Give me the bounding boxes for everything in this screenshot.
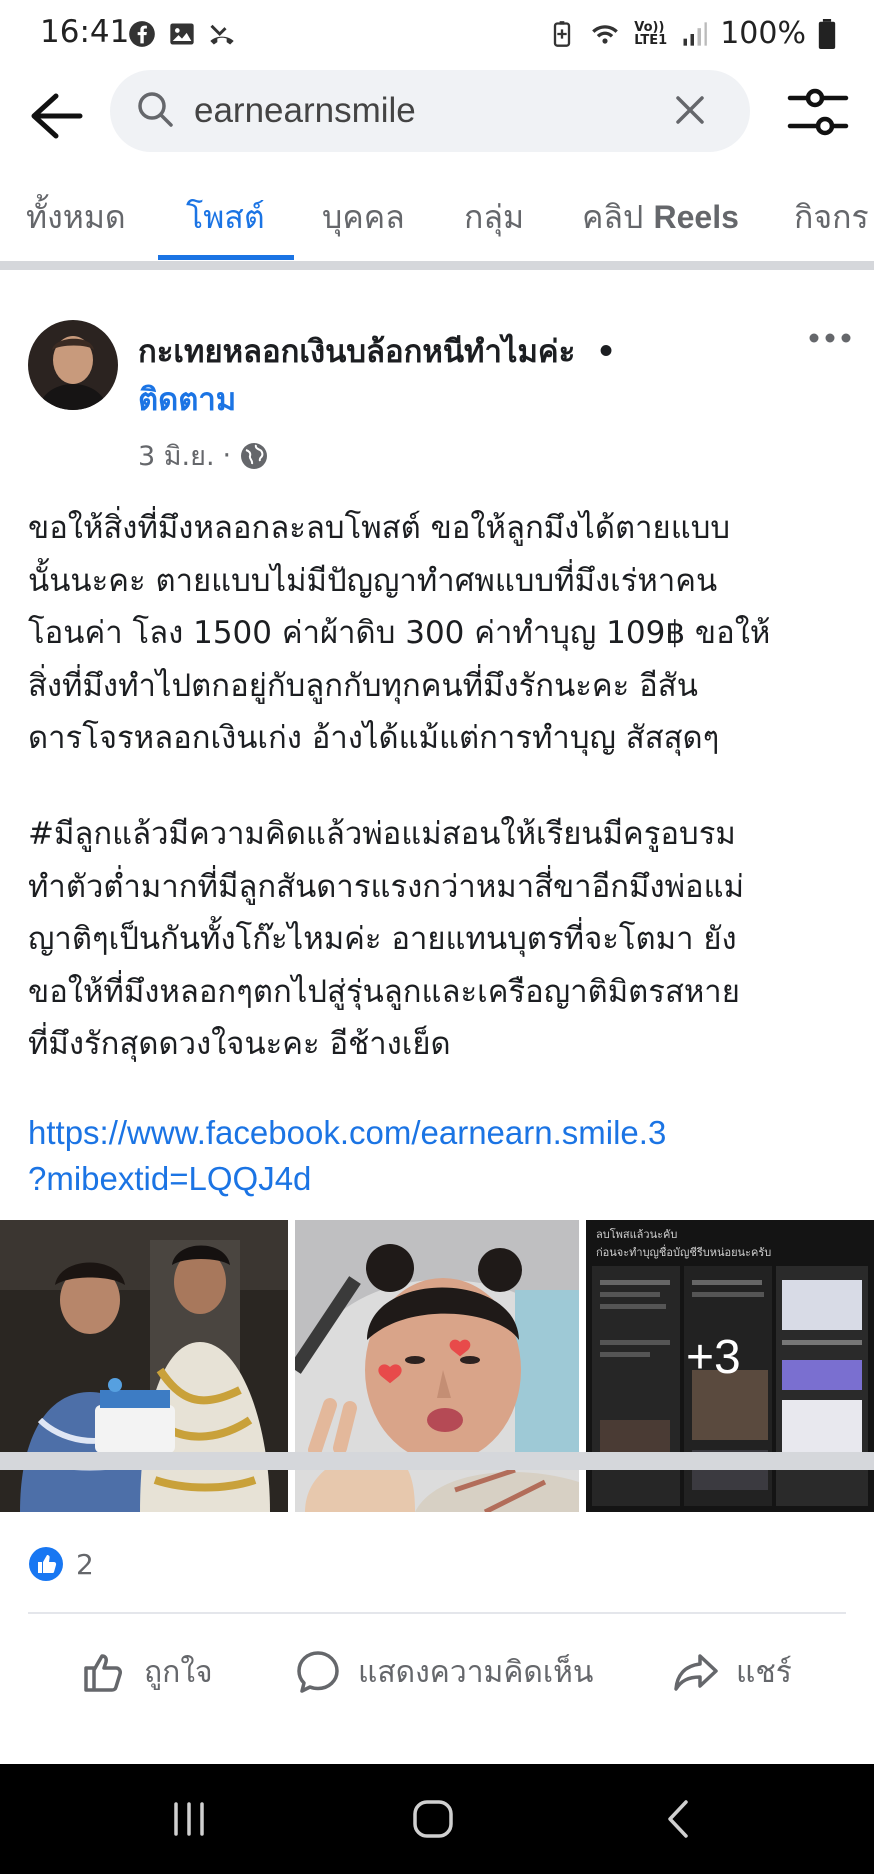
post-text-line: นั้นนะคะ ตายแบบไม่มีปัญญาทำศพแบบที่มึงเร…	[28, 562, 718, 599]
divider	[28, 1612, 846, 1614]
meta-separator: ·	[222, 440, 232, 471]
wifi-icon	[592, 24, 619, 44]
home-icon[interactable]	[408, 1794, 458, 1844]
post-link[interactable]: https://www.facebook.com/earnearn.smile.…	[28, 1110, 858, 1202]
android-nav-bar	[0, 1764, 874, 1874]
post-author[interactable]: กะเทยหลอกเงินบล้อกหนีทำไมค่ะ •	[138, 326, 616, 376]
post-text-line: โอนค่า โลง 1500 ค่าผ้าดิบ 300 ค่าทำบุญ 1…	[28, 615, 771, 651]
post-body-paragraph-2: #มีลูกแล้วมีความคิดแล้วพ่อแม่สอนให้เรียน…	[28, 808, 858, 1071]
follow-button[interactable]: ติดตาม	[138, 374, 236, 424]
comment-icon	[297, 1651, 339, 1693]
reaction-summary[interactable]: 2	[28, 1546, 94, 1582]
comment-button[interactable]: แสดงความคิดเห็น	[294, 1648, 593, 1696]
back-arrow-icon[interactable]	[26, 88, 86, 144]
share-button[interactable]: แชร์	[672, 1648, 792, 1696]
like-button[interactable]: ถูกใจ	[80, 1648, 213, 1696]
clear-search-icon[interactable]	[672, 92, 708, 128]
post-body-paragraph-1: ขอให้สิ่งที่มึงหลอกละลบโพสต์ ขอให้ลูกมึง…	[28, 502, 858, 765]
post-text-line: ขอให้สิ่งที่มึงหลอกละลบโพสต์ ขอให้ลูกมึง…	[28, 510, 731, 546]
like-label: ถูกใจ	[144, 1654, 213, 1690]
post-date[interactable]: 3 มิ.ย.	[138, 434, 215, 477]
tab-groups[interactable]: กลุ่ม	[464, 192, 524, 243]
battery-percent: 100%	[720, 16, 806, 51]
active-tab-indicator	[158, 255, 294, 260]
more-options-icon[interactable]	[806, 330, 854, 346]
volte-icon: Vo)) LTE1	[634, 19, 668, 48]
status-time: 16:41	[40, 14, 130, 50]
search-box[interactable]	[110, 70, 750, 152]
back-nav-icon[interactable]	[654, 1794, 704, 1844]
share-arrow-icon	[674, 1654, 718, 1691]
like-reaction-icon	[29, 1547, 63, 1581]
missed-call-icon	[210, 24, 234, 45]
tab-all[interactable]: ทั้งหมด	[26, 192, 126, 243]
post-text-line: ดารโจรหลอกเงินเก่ง อ้างได้แม้แต่การทำบุญ…	[28, 720, 720, 756]
post-link-line[interactable]: ?mibextid=LQQJ4d	[28, 1156, 858, 1202]
post-text-line: ทำตัวต่ำมากที่มีลูกสันดารแรงกว่าหมาสี่ขา…	[28, 868, 745, 905]
filter-icon[interactable]	[786, 84, 850, 140]
author-separator: •	[596, 334, 616, 370]
post-meta: 3 มิ.ย. ·	[138, 434, 269, 477]
battery-saver-icon	[554, 20, 571, 47]
tab-people[interactable]: บุคคล	[322, 192, 405, 243]
gallery-icon	[170, 23, 194, 45]
battery-icon	[818, 18, 836, 49]
post-text-line: สิ่งที่มึงทำไปตกอยู่กับลูกกับทุกคนที่มึง…	[28, 667, 698, 704]
status-right: Vo)) LTE1 100%	[548, 16, 836, 51]
search-icon	[138, 92, 173, 127]
more-photos-count[interactable]: +3	[686, 1330, 741, 1385]
post-text-line: ญาติๆเป็นกันทั้งโก๊ะไหมค่ะ อายแทนบุตรที่…	[28, 921, 737, 957]
search-input[interactable]	[192, 84, 656, 138]
facebook-icon	[129, 21, 155, 47]
search-filter-tabs: ทั้งหมด โพสต์ บุคคล กลุ่ม คลิป Reels กิจ…	[0, 178, 874, 262]
post-actions: ถูกใจ แสดงความคิดเห็น แชร์	[0, 1632, 874, 1722]
status-bar: 16:41 Vo)) LTE1 100%	[0, 0, 874, 75]
post-bottom-separator	[0, 1452, 874, 1470]
tab-reels[interactable]: คลิป Reels	[582, 192, 739, 243]
tab-events[interactable]: กิจกร	[794, 192, 869, 243]
tab-reels-prefix: คลิป	[582, 198, 644, 236]
section-separator	[0, 261, 874, 270]
thumbs-up-icon	[84, 1654, 122, 1692]
tab-reels-bold: Reels	[653, 199, 739, 235]
notification-icons	[128, 20, 236, 48]
globe-icon	[241, 442, 268, 469]
author-name[interactable]: กะเทยหลอกเงินบล้อกหนีทำไมค่ะ	[138, 334, 575, 370]
post-text-line: ที่มึงรักสุดดวงใจนะคะ อีช้างเย็ด	[28, 1026, 451, 1062]
tab-posts[interactable]: โพสต์	[186, 192, 265, 243]
post-link-line[interactable]: https://www.facebook.com/earnearn.smile.…	[28, 1110, 858, 1156]
post-text-line: ขอให้ที่มึงหลอกๆตกไปสู่รุ่นลูกและเครือญา…	[28, 973, 740, 1010]
screenshot-header-2: ก่อนจะทำบุญชื่อบัญชีรีบหน่อยนะครับ	[596, 1244, 771, 1259]
recent-apps-icon[interactable]	[164, 1794, 214, 1844]
reaction-count: 2	[76, 1547, 94, 1581]
signal-icon	[683, 21, 708, 46]
avatar[interactable]	[28, 320, 118, 410]
hashtag-line[interactable]: #มีลูกแล้วมีความคิดแล้วพ่อแม่สอนให้เรียน…	[28, 808, 858, 861]
comment-label: แสดงความคิดเห็น	[358, 1654, 594, 1690]
screenshot-header-1: ลบโพสแล้วนะคับ	[596, 1227, 677, 1241]
share-label: แชร์	[736, 1654, 792, 1690]
search-header	[0, 70, 874, 160]
